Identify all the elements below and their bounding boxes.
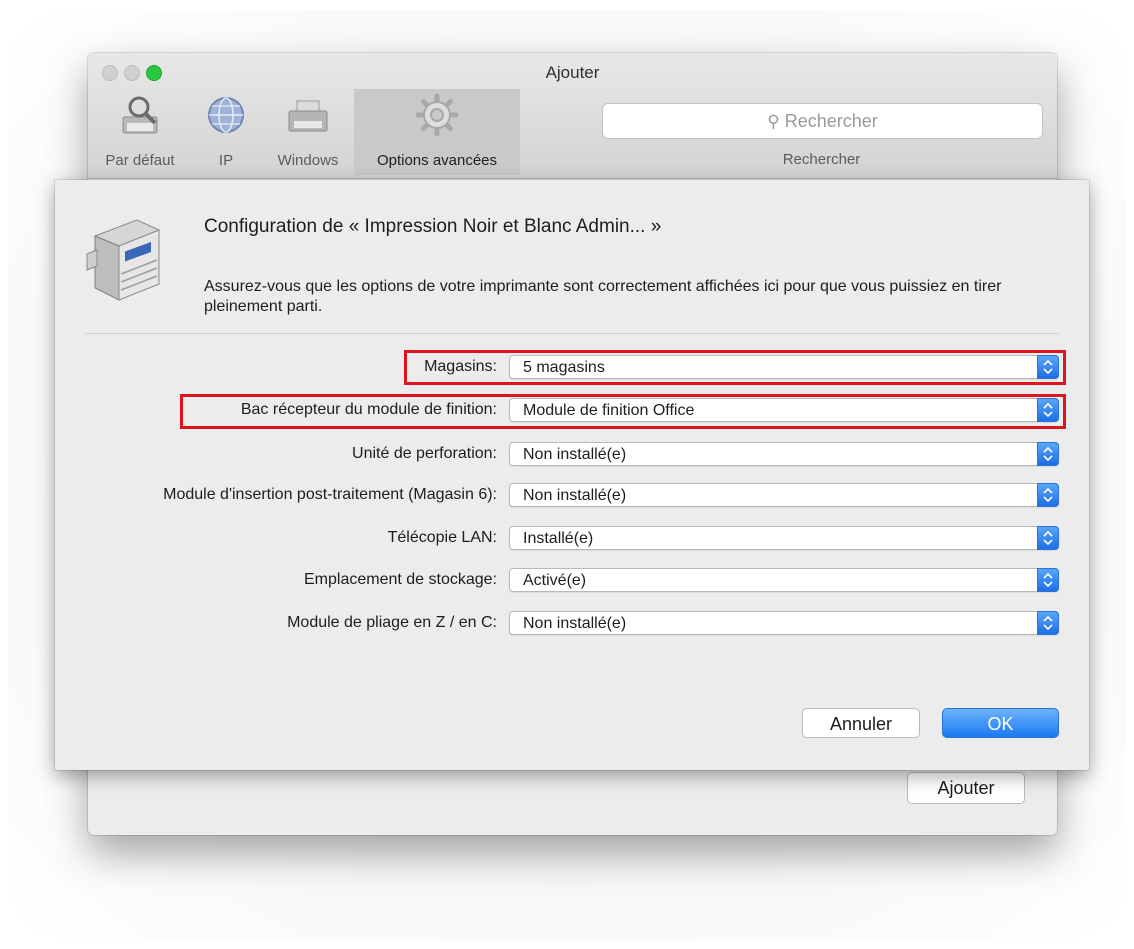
toolbar-item-windows[interactable]: Windows (268, 89, 348, 175)
search-input[interactable]: ⚲ Rechercher (602, 103, 1043, 139)
z-c-folder-select[interactable]: Non installé(e) (509, 611, 1059, 635)
add-button[interactable]: Ajouter (907, 772, 1025, 804)
inserter-select[interactable]: Non installé(e) (509, 483, 1059, 507)
globe-icon (208, 97, 244, 133)
option-label-storage: Emplacement de stockage: (304, 571, 497, 588)
search-placeholder: Rechercher (784, 111, 878, 131)
select-value: Non installé(e) (523, 615, 627, 632)
highlight-finisher-tray (180, 394, 1066, 429)
sheet-description: Assurez-vous que les options de votre im… (204, 278, 1002, 315)
configuration-sheet: Configuration de « Impression Noir et Bl… (55, 180, 1089, 770)
storage-select[interactable]: Activé(e) (509, 568, 1059, 592)
chevron-updown-icon (1037, 483, 1059, 507)
multifunction-printer-icon (86, 219, 161, 301)
chevron-updown-icon (1037, 442, 1059, 466)
toolbar-item-advanced-options[interactable]: Options avancées (354, 89, 520, 175)
select-value: Installé(e) (523, 530, 594, 547)
toolbar-item-ip[interactable]: IP (194, 89, 258, 175)
sheet-title: Configuration de « Impression Noir et Bl… (204, 216, 662, 237)
option-label-hole-punch: Unité de perforation: (352, 445, 497, 462)
hole-punch-select[interactable]: Non installé(e) (509, 442, 1059, 466)
toolbar-item-label: Par défaut (105, 152, 175, 169)
search-caption: Rechercher (782, 151, 861, 168)
search-icon: ⚲ (767, 112, 780, 131)
toolbar-item-label: Windows (277, 152, 339, 169)
option-label-inserter: Module d'insertion post-traitement (Maga… (163, 486, 497, 503)
toolbar-item-default[interactable]: Par défaut (96, 89, 184, 175)
highlight-trays (404, 350, 1066, 385)
ok-button[interactable]: OK (942, 708, 1059, 738)
divider (85, 333, 1059, 334)
gear-icon (415, 93, 459, 137)
windows-printer-icon (288, 100, 328, 132)
window-title: Ajouter (545, 63, 600, 82)
select-value: Activé(e) (523, 572, 587, 589)
toolbar-item-label: IP (218, 152, 234, 169)
lan-fax-select[interactable]: Installé(e) (509, 526, 1059, 550)
toolbar: Ajouter Par défaut IP Windows Options av… (88, 53, 1057, 179)
option-label-z-c-folder: Module de pliage en Z / en C: (287, 614, 497, 631)
chevron-updown-icon (1037, 611, 1059, 635)
toolbar-item-label: Options avancées (376, 152, 498, 169)
default-printer-icon (122, 96, 158, 134)
chevron-updown-icon (1037, 526, 1059, 550)
cancel-button[interactable]: Annuler (802, 708, 920, 738)
select-value: Non installé(e) (523, 446, 627, 463)
option-label-lan-fax: Télécopie LAN: (387, 529, 497, 546)
select-value: Non installé(e) (523, 487, 627, 504)
chevron-updown-icon (1037, 568, 1059, 592)
